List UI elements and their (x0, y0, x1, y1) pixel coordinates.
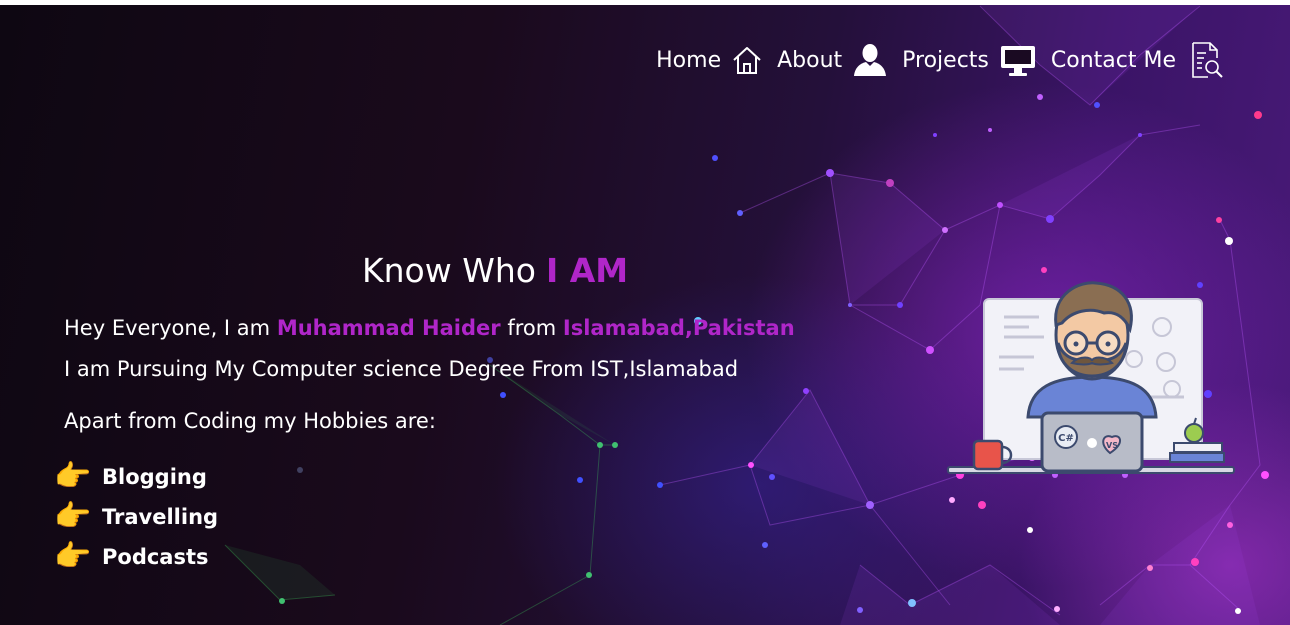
hobby-label: Blogging (102, 465, 207, 489)
monitor-icon (999, 43, 1037, 77)
nav-item-contact[interactable]: Contact Me (1051, 41, 1226, 79)
list-item: 👉 Podcasts (54, 537, 218, 577)
pointing-hand-icon: 👉 (54, 539, 92, 574)
pointing-hand-icon: 👉 (54, 459, 92, 494)
author-location: Islamabad,Pakistan (562, 316, 795, 340)
hero-section: Home About Projects Contact Me Know Who … (0, 5, 1290, 625)
hobbies-heading: Apart from Coding my Hobbies are: (64, 409, 436, 433)
nav-contact-label: Contact Me (1050, 47, 1176, 73)
author-name: Muhammad Haider (276, 316, 501, 340)
csharp-sticker-label: C# (1058, 433, 1074, 444)
page-title: Know Who I AM (362, 251, 628, 290)
from-text: from (507, 316, 557, 340)
hobby-label: Podcasts (102, 545, 209, 569)
list-item: 👉 Travelling (54, 497, 218, 537)
pointing-hand-icon: 👉 (54, 499, 92, 534)
top-navigation: Home About Projects Contact Me (642, 41, 1226, 79)
intro-text: Hey Everyone, I am (64, 316, 271, 340)
nav-item-home[interactable]: Home (656, 45, 763, 75)
developer-illustration: C# VS (947, 281, 1235, 474)
home-icon (731, 45, 763, 75)
nav-item-about[interactable]: About (777, 43, 888, 77)
nav-about-label: About (777, 47, 843, 73)
degree-line: I am Pursuing My Computer science Degree… (64, 357, 739, 381)
nav-projects-label: Projects (902, 47, 989, 73)
hobby-label: Travelling (102, 505, 219, 529)
intro-line: Hey Everyone, I am Muhammad Haider from … (64, 316, 795, 340)
user-icon (852, 43, 888, 77)
document-search-icon (1186, 41, 1226, 79)
title-prefix: Know Who (362, 251, 536, 290)
list-item: 👉 Blogging (54, 457, 218, 497)
vs-sticker-label: VS (1106, 441, 1118, 450)
nav-item-projects[interactable]: Projects (902, 43, 1037, 77)
nav-home-label: Home (656, 47, 722, 73)
hobbies-list: 👉 Blogging 👉 Travelling 👉 Podcasts (54, 457, 218, 577)
title-accent: I AM (545, 251, 629, 290)
